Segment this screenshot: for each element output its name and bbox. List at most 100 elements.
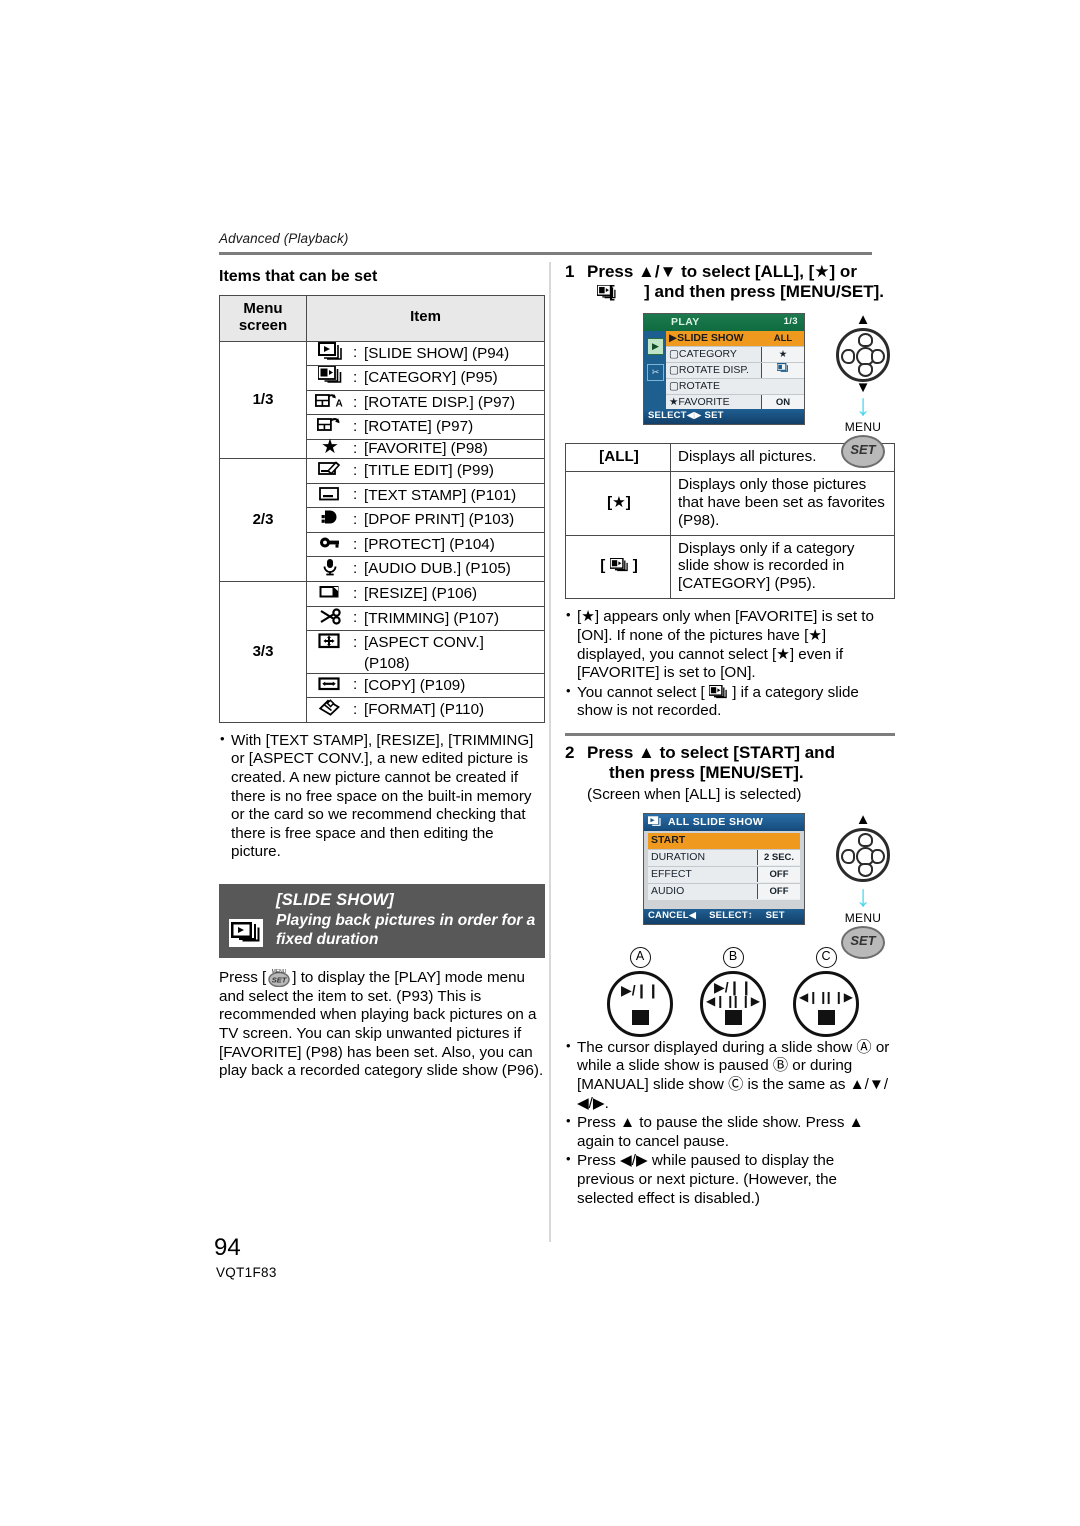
step-2-number: 2 bbox=[565, 743, 575, 762]
lcd-row-slide-show[interactable]: ▶SLIDE SHOW ALL bbox=[666, 330, 804, 347]
lcd-rows: START DURATION 2 SEC. EFFECT OFF AUDIO O… bbox=[648, 832, 800, 907]
note-bullet: The cursor displayed during a slide show… bbox=[565, 1038, 895, 1113]
table-row-audio-dub: : [AUDIO DUB.] (P105) bbox=[306, 556, 545, 583]
lcd-row-value: OFF bbox=[757, 883, 800, 899]
step-1-line1: Press ▲/▼ to select [ALL], [★] or bbox=[587, 262, 857, 281]
lcd-row-value bbox=[758, 832, 800, 848]
option-key-favorite: [★] bbox=[565, 470, 671, 536]
cursor-circle: ▶/❙❙ ◀❙❙ ❙❙▶ bbox=[700, 970, 766, 1037]
dpad-up-arrow: ▲ bbox=[855, 310, 871, 328]
colon: : bbox=[353, 634, 358, 652]
dpad-cluster-2: ▲ ↓ MENU SET bbox=[827, 812, 899, 959]
table-row-rotate-disp: A : [ROTATE DISP.] (P97) bbox=[306, 389, 545, 416]
item-label: [COPY] (P109) bbox=[364, 676, 466, 694]
note-bullet: [★] appears only when [FAVORITE] is set … bbox=[565, 607, 895, 682]
lcd-row-value: ON bbox=[761, 394, 804, 410]
lcd-row-rotate-disp[interactable]: ▢ROTATE DISP. bbox=[666, 362, 804, 379]
svg-text:A: A bbox=[336, 398, 343, 409]
wheel-right-button[interactable] bbox=[871, 349, 885, 365]
wheel-down-button[interactable] bbox=[857, 862, 873, 877]
colon: : bbox=[353, 676, 358, 694]
colon: : bbox=[353, 510, 358, 528]
copy-icon bbox=[307, 674, 353, 698]
wheel-down-button[interactable] bbox=[857, 362, 873, 377]
label-a: A bbox=[629, 946, 651, 968]
lcd-row-label: ▢ROTATE bbox=[669, 379, 720, 392]
lcd-set-hint: SET bbox=[765, 909, 785, 921]
rotate-disp-icon: A bbox=[307, 391, 353, 415]
step-2-heading: 2 Press ▲ to select [START] and then pres… bbox=[565, 743, 895, 784]
note-bullet: With [TEXT STAMP], [RESIZE], [TRIMMING] … bbox=[219, 731, 545, 862]
lcd-side-tabs: ▶ ✂ bbox=[644, 330, 666, 409]
header-menu-screen: Menu screen bbox=[219, 295, 307, 342]
cursor-wheel[interactable] bbox=[836, 827, 890, 882]
play-tab-icon[interactable]: ▶ bbox=[647, 337, 664, 355]
item-label: [SLIDE SHOW] (P94) bbox=[364, 344, 510, 362]
lcd-title-bar: PLAY 1/3 bbox=[644, 313, 804, 331]
lcd-screen-2: ALL SLIDE SHOW START DURATION 2 SEC. EFF… bbox=[643, 812, 805, 925]
stop-icon bbox=[725, 1009, 742, 1025]
table-row: 2/3 : [TITLE EDIT] (P99) bbox=[219, 457, 545, 583]
step-2-line1: Press ▲ to select [START] and bbox=[587, 743, 835, 762]
option-desc-category: Displays only if a category slide show i… bbox=[670, 534, 895, 600]
item-label: [FORMAT] (P110) bbox=[364, 701, 485, 719]
label-c: C bbox=[815, 946, 837, 968]
table-row-rotate: : [ROTATE] (P97) bbox=[306, 414, 545, 441]
item-label: [ROTATE] (P97) bbox=[364, 418, 474, 436]
lcd-bottom-bar: SELECT◀▶ SET bbox=[644, 408, 804, 424]
lcd-title-bar: ALL SLIDE SHOW bbox=[644, 813, 804, 831]
lcd-row-audio[interactable]: AUDIO OFF bbox=[648, 883, 800, 900]
table-row-aspect-conv: : [ASPECT CONV.] (P108) bbox=[306, 630, 545, 674]
table-row-category: : [CATEGORY] (P95) bbox=[306, 365, 545, 391]
item-label: [TITLE EDIT] (P99) bbox=[364, 461, 494, 479]
wheel-up-button[interactable] bbox=[857, 332, 873, 347]
lcd-rows: ▶SLIDE SHOW ALL ▢CATEGORY ★ ▢ROTATE DISP… bbox=[666, 330, 804, 411]
lcd-row-value bbox=[762, 379, 804, 394]
lcd-row-category[interactable]: ▢CATEGORY ★ bbox=[666, 346, 804, 363]
group-label-1: 1/3 bbox=[219, 340, 307, 459]
lcd-row-duration[interactable]: DURATION 2 SEC. bbox=[648, 849, 800, 867]
lcd-row-start[interactable]: START bbox=[648, 832, 800, 850]
step-1-number: 1 bbox=[565, 262, 575, 281]
colon: : bbox=[353, 393, 358, 411]
cursor-circle: ▶/❙❙ bbox=[607, 970, 673, 1037]
item-label: [AUDIO DUB.] (P105) bbox=[364, 560, 511, 578]
menu-label: MENU bbox=[844, 419, 882, 434]
wheel-left-button[interactable] bbox=[841, 849, 855, 865]
lcd-row-rotate[interactable]: ▢ROTATE bbox=[666, 378, 804, 395]
cursor-diagrams: A ▶/❙❙ B ▶/❙❙ ◀❙❙ ❙❙▶ C ◀❙❙ ❙❙▶ bbox=[565, 946, 895, 1037]
lcd-row-value-category-icon bbox=[761, 362, 804, 378]
left-notes: With [TEXT STAMP], [RESIZE], [TRIMMING] … bbox=[219, 731, 545, 862]
right-notes-2: The cursor displayed during a slide show… bbox=[565, 1038, 895, 1208]
wheel-right-button[interactable] bbox=[871, 849, 885, 865]
lcd-select-hint: SELECT↕ bbox=[709, 909, 753, 921]
wheel-left-button[interactable] bbox=[841, 349, 855, 365]
table-row: [ ] Displays only if a category slide sh… bbox=[565, 534, 895, 600]
group-label-3: 3/3 bbox=[219, 581, 307, 723]
note-bullet: You cannot select [ ] if a category slid… bbox=[565, 683, 895, 721]
colon: : bbox=[353, 560, 358, 578]
stop-icon bbox=[632, 1009, 649, 1025]
lcd-row-label: EFFECT bbox=[651, 867, 692, 880]
lcd-row-label: ▶SLIDE SHOW bbox=[669, 331, 744, 344]
table-row: 1/3 : [SLIDE SHOW] (P94) bbox=[219, 340, 545, 459]
set-button[interactable]: SET bbox=[841, 434, 885, 468]
right-column: 1 Press ▲/▼ to select [ALL], [★] or [ ] a… bbox=[565, 262, 895, 1209]
lcd-title: PLAY bbox=[671, 315, 700, 328]
cursor-wheel[interactable] bbox=[836, 327, 890, 382]
step-2-line2: then press [MENU/SET]. bbox=[609, 763, 804, 783]
text-stamp-icon bbox=[307, 484, 353, 508]
item-label: [DPOF PRINT] (P103) bbox=[364, 511, 515, 529]
item-label: [FAVORITE] (P98) bbox=[364, 440, 488, 458]
svg-text:MENU: MENU bbox=[272, 969, 287, 975]
table-row-title-edit: : [TITLE EDIT] (P99) bbox=[306, 457, 545, 484]
wheel-up-button[interactable] bbox=[857, 832, 873, 847]
next-icon: ❙❙▶ bbox=[730, 993, 760, 1008]
items-table: Menu screen Item 1/3 : [SLIDE SHOW] (P94) bbox=[219, 295, 545, 723]
play-pause-icon: ▶/❙❙ bbox=[621, 981, 660, 998]
lcd-row-effect[interactable]: EFFECT OFF bbox=[648, 866, 800, 884]
wrench-setup-tab-icon[interactable]: ✂ bbox=[647, 363, 664, 381]
lcd-row-label: START bbox=[651, 833, 686, 846]
table-row-format: : [FORMAT] (P110) bbox=[306, 697, 545, 723]
item-label: [PROTECT] (P104) bbox=[364, 535, 495, 553]
